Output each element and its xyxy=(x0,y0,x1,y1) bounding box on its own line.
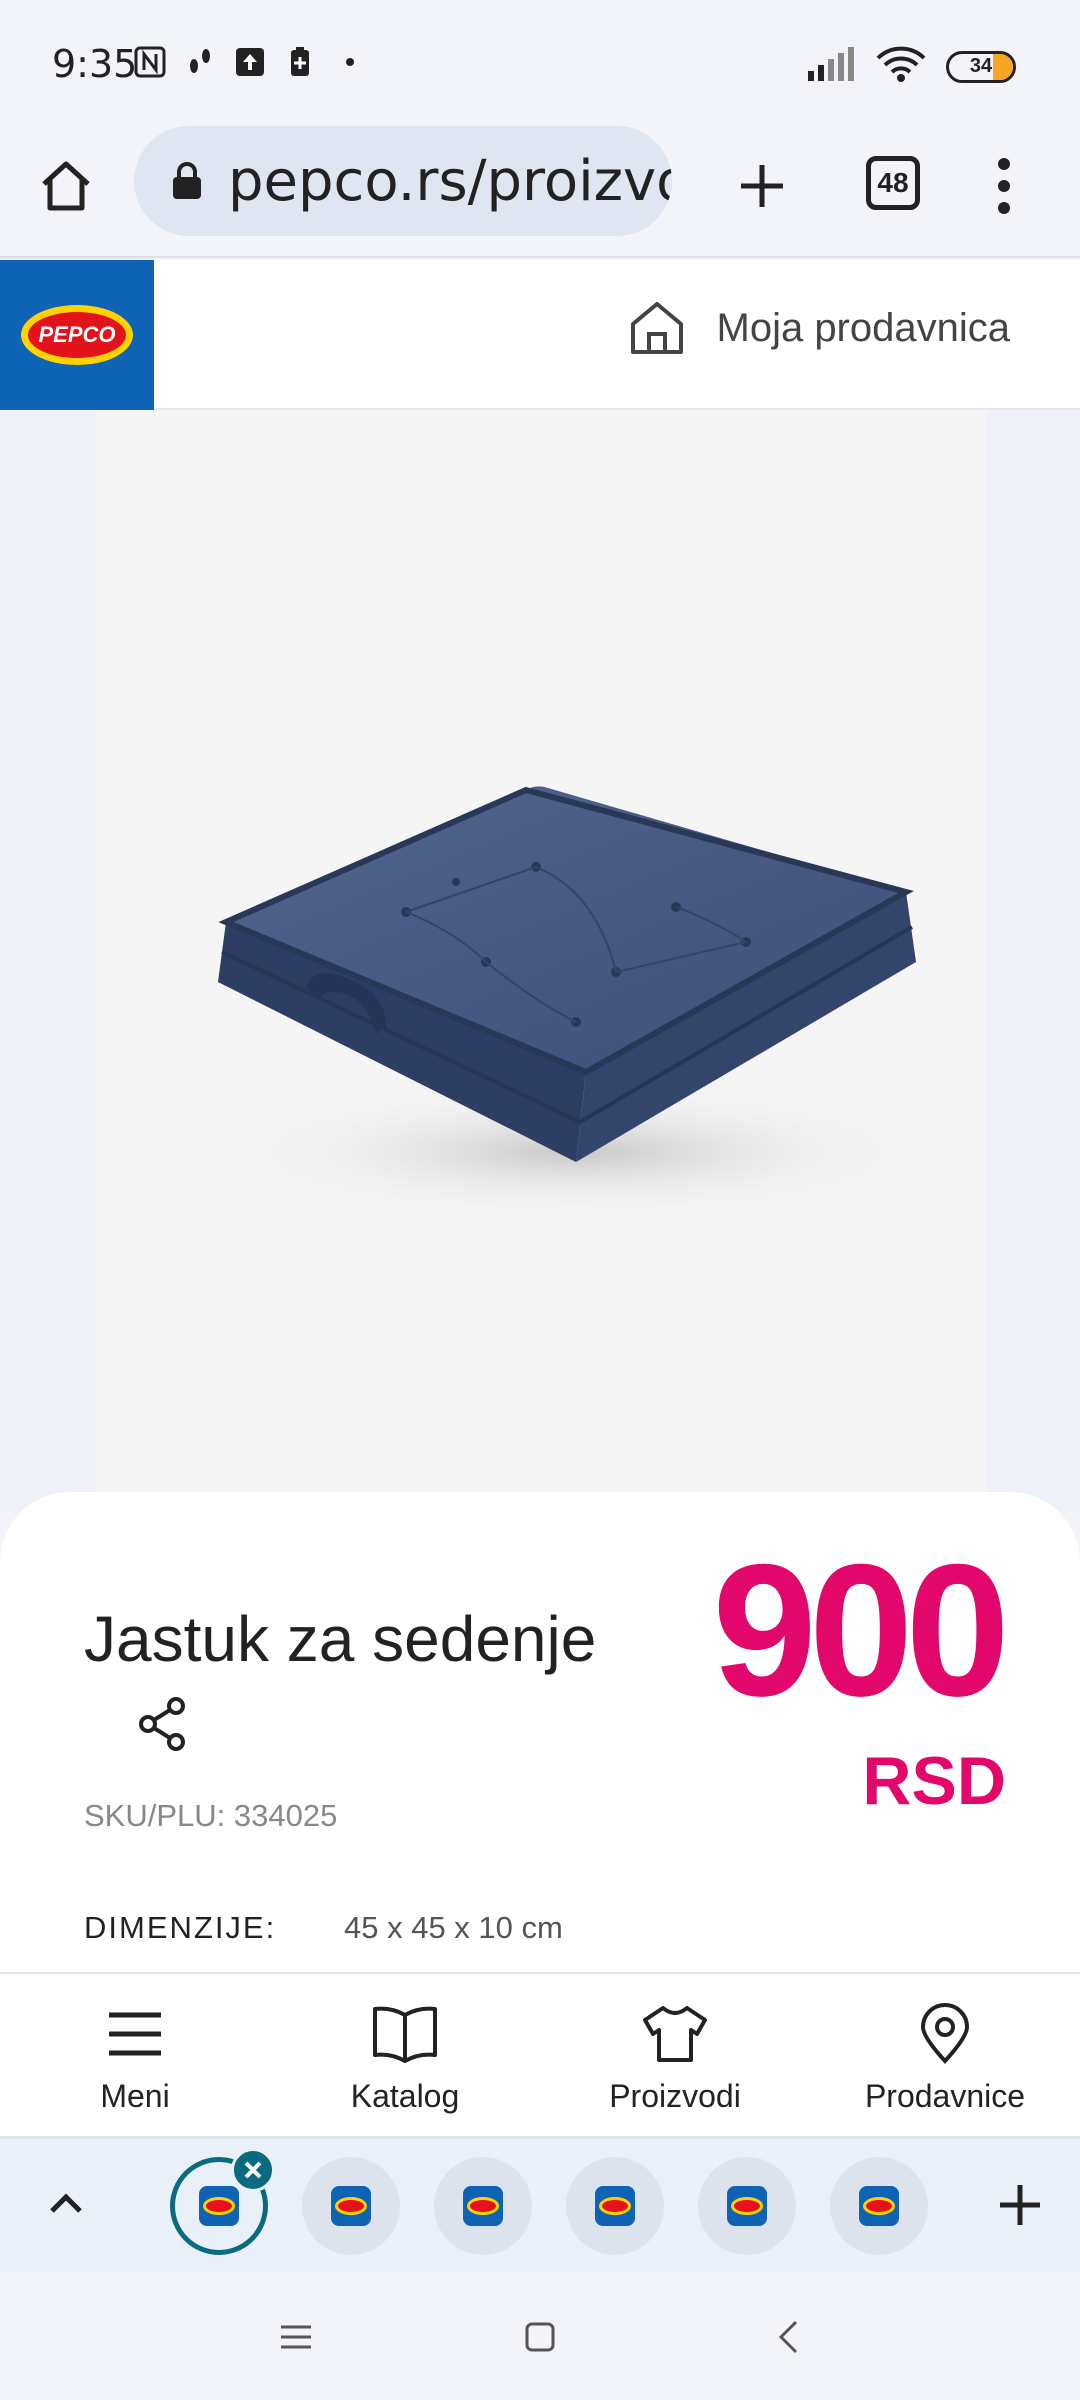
back-icon xyxy=(778,2320,798,2354)
footsteps-icon xyxy=(184,46,216,78)
share-icon xyxy=(139,1697,185,1751)
battery-level: 34 xyxy=(969,55,993,77)
hamburger-menu-icon xyxy=(101,2002,169,2066)
browser-menu-button[interactable] xyxy=(980,150,1028,222)
nav-item-menu[interactable]: Meni xyxy=(0,1974,270,2136)
pepco-favicon-icon xyxy=(463,2186,503,2226)
tab-thumbnail[interactable] xyxy=(698,2157,796,2255)
product-image-area xyxy=(0,412,1080,1512)
battery-saver-icon xyxy=(284,46,316,78)
browser-tab-strip xyxy=(0,2136,1080,2272)
my-store-link[interactable]: Moja prodavnica xyxy=(627,300,1011,356)
close-tab-button[interactable] xyxy=(231,2148,275,2192)
pepco-favicon-icon xyxy=(199,2186,239,2226)
home-icon xyxy=(42,161,90,211)
pepco-favicon-icon xyxy=(727,2186,767,2226)
recents-button[interactable] xyxy=(266,2312,326,2362)
plus-icon xyxy=(741,165,783,207)
square-home-icon xyxy=(525,2322,555,2352)
recents-icon xyxy=(281,2325,311,2349)
site-header: PEPCO Moja prodavnica xyxy=(0,260,1080,410)
book-icon xyxy=(371,2002,439,2066)
tab-count: 48 xyxy=(877,167,909,198)
nav-label-products: Proizvodi xyxy=(609,2078,741,2114)
tab-thumbnail[interactable] xyxy=(302,2157,400,2255)
nav-label-catalog: Katalog xyxy=(350,2078,460,2114)
dimensions-row: DIMENZIJE: 45 x 45 x 10 cm xyxy=(84,1910,563,1946)
new-tab-button[interactable] xyxy=(722,146,802,226)
price-currency: RSD xyxy=(862,1743,1006,1819)
nav-label-stores: Prodavnice xyxy=(864,2078,1026,2114)
store-icon xyxy=(630,302,683,354)
product-title: Jastuk za sedenje xyxy=(84,1603,597,1675)
pepco-favicon-icon xyxy=(595,2186,635,2226)
lock-icon xyxy=(173,162,201,199)
logo-text: PEPCO xyxy=(28,312,126,358)
pepco-logo[interactable]: PEPCO xyxy=(0,260,154,410)
plus-icon xyxy=(1000,2185,1040,2225)
tab-thumbnail[interactable] xyxy=(434,2157,532,2255)
more-vert-icon xyxy=(998,158,1010,170)
browser-toolbar: pepco.rs/proizvo 48 xyxy=(0,120,1080,258)
wifi-icon xyxy=(876,46,926,87)
pepco-favicon-icon xyxy=(859,2186,899,2226)
home-button[interactable] xyxy=(30,150,102,222)
home-nav-button[interactable] xyxy=(510,2312,570,2362)
status-time: 9:35 xyxy=(52,42,138,86)
battery-icon: 34 xyxy=(946,50,1016,83)
price-value: 900 xyxy=(712,1525,1010,1735)
status-bar: 9:35 34 xyxy=(0,0,1080,120)
nav-item-products[interactable]: Proizvodi xyxy=(540,1974,810,2136)
address-bar[interactable]: pepco.rs/proizvo xyxy=(134,126,672,236)
bottom-navigation: Meni Katalog Proizvodi Prodavnice xyxy=(0,1972,1080,2136)
nfc-icon xyxy=(134,46,166,78)
nav-item-stores[interactable]: Prodavnice xyxy=(810,1974,1080,2136)
nav-item-catalog[interactable]: Katalog xyxy=(270,1974,540,2136)
signal-icon xyxy=(806,47,856,86)
store-label: Moja prodavnica xyxy=(716,305,1011,350)
upload-icon xyxy=(234,46,266,78)
add-tab-button[interactable] xyxy=(988,2173,1052,2237)
expand-tabs-button[interactable] xyxy=(36,2173,96,2233)
dimensions-label: DIMENZIJE: xyxy=(84,1910,277,1945)
status-icons-left xyxy=(134,46,366,78)
back-button[interactable] xyxy=(758,2312,818,2362)
product-sku: SKU/PLU: 334025 xyxy=(84,1798,338,1833)
status-icons-right: 34 xyxy=(806,46,1016,87)
seat-cushion-image xyxy=(196,786,936,1222)
tab-thumbnail-active[interactable] xyxy=(170,2148,275,2255)
pepco-favicon-icon xyxy=(331,2186,371,2226)
close-icon xyxy=(244,2161,262,2179)
product-info-card: Jastuk za sedenje 900 RSD SKU/PLU: 33402… xyxy=(0,1492,1080,1972)
tab-thumbnail[interactable] xyxy=(566,2157,664,2255)
system-navigation-bar xyxy=(0,2272,1080,2400)
dot-icon xyxy=(334,46,366,78)
dimensions-value: 45 x 45 x 10 cm xyxy=(344,1910,563,1945)
location-pin-icon xyxy=(911,2002,979,2066)
tab-switcher-button[interactable]: 48 xyxy=(866,156,920,210)
share-button[interactable] xyxy=(130,1692,194,1756)
product-image[interactable] xyxy=(96,412,986,1512)
nav-label-menu: Meni xyxy=(100,2078,170,2114)
chevron-up-icon xyxy=(50,2193,82,2213)
tab-thumbnail[interactable] xyxy=(830,2157,928,2255)
tshirt-icon xyxy=(641,2002,709,2066)
url-text: pepco.rs/proizvo xyxy=(228,148,672,214)
